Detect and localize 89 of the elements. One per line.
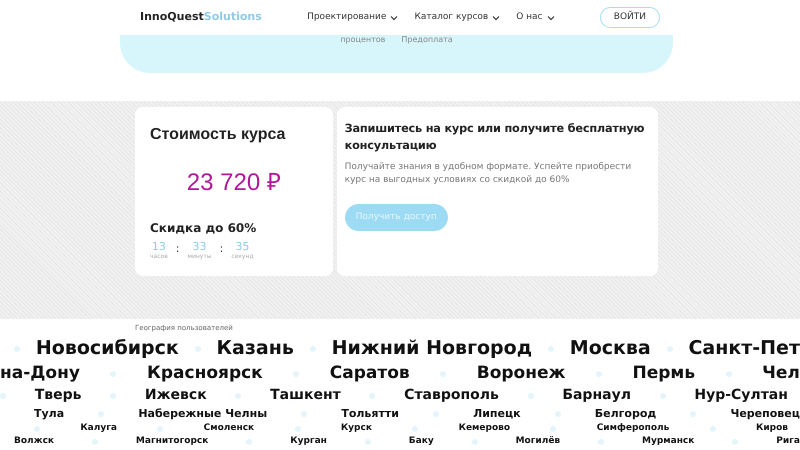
dot-icon [598, 439, 604, 445]
dot-icon [310, 346, 316, 352]
nav-menu-item[interactable]: Проектирование [307, 10, 398, 24]
city-name: Барнаул [562, 386, 631, 405]
city-name: Магнитогорск [136, 435, 208, 448]
dot-icon [110, 370, 116, 376]
city-name: Пермь [632, 362, 696, 385]
city-name: Красноярск [146, 362, 263, 385]
nav-menu-item[interactable]: Каталог курсов [414, 10, 500, 24]
dot-icon [726, 370, 732, 376]
city-name: Могилёв [516, 435, 560, 448]
price-title: Стоимость курса [150, 125, 286, 145]
dot-icon [548, 346, 554, 352]
chevron-down-icon [546, 14, 554, 20]
dot-icon [92, 439, 98, 445]
dot-icon [293, 370, 300, 376]
dot-icon [235, 392, 242, 398]
city-name: Липецк [473, 406, 521, 422]
city-name: Волжск [14, 435, 54, 448]
dot-icon [14, 346, 20, 352]
dot-icon [690, 411, 696, 417]
city-name: Калуга [80, 422, 117, 436]
dot-icon [294, 426, 300, 432]
city-name: Ташкент [270, 386, 341, 405]
city-name: Баку [408, 435, 434, 448]
city-name: Нур-Султан [694, 386, 788, 405]
city-name: Белгород [594, 406, 656, 422]
timer-value: 35 [234, 241, 250, 252]
city-name: Ижевск [144, 386, 207, 405]
login-button[interactable]: ВОЙТИ [600, 6, 660, 28]
city-name: Москва [570, 336, 651, 362]
city-name: Набережные Челны [138, 406, 268, 422]
city-name: Мурманск [642, 435, 694, 448]
city-name: Тула [34, 406, 64, 422]
city-name: Санкт-Пет [688, 336, 800, 362]
dot-icon [412, 426, 418, 432]
city-name: Новосибирск [36, 336, 179, 362]
dot-icon [0, 392, 6, 398]
nav-menu-item[interactable]: О нас [516, 10, 554, 24]
timer-separator: : [220, 241, 224, 257]
timer-separator: : [176, 241, 180, 257]
dot-icon [369, 392, 376, 398]
city-name: Чел [762, 362, 800, 385]
city-name: Симферополь [596, 422, 670, 436]
hero-text: процентов [340, 36, 386, 46]
dot-icon [433, 411, 439, 417]
dot-icon [194, 346, 201, 352]
city-name: Курск [340, 422, 372, 436]
chevron-down-icon [390, 14, 398, 20]
city-name: Курган [290, 435, 327, 448]
city-name: Рига [776, 435, 800, 448]
city-name: Смоленск [204, 422, 254, 436]
city-name: на-Дону [0, 362, 80, 385]
timer-value: 33 [192, 241, 208, 252]
dot-icon [550, 426, 556, 432]
signup-text: Получайте знания в удобном формате. Успейте приобрести курс на выгодных условиях со скидкой до 60% [344, 160, 632, 188]
timer-value: 13 [150, 241, 167, 252]
price: 23 720 ₽ [186, 168, 282, 198]
dot-icon [98, 411, 104, 417]
chevron-down-icon [492, 14, 500, 20]
dot-icon [157, 426, 164, 432]
dot-icon [528, 392, 534, 398]
city-name: Воронеж [476, 362, 566, 385]
city-name: Тверь [34, 386, 82, 405]
dot-icon [34, 426, 40, 432]
city-name: Череповец [730, 406, 800, 422]
dot-icon [301, 411, 308, 417]
city-name: Тольятти [341, 406, 399, 422]
logo[interactable]: InnoQuestSolutions [140, 9, 262, 26]
city-name: Саратов [330, 362, 410, 385]
hero-text: Предоплата [401, 36, 453, 46]
dot-icon [666, 346, 673, 352]
city-name: Нижний Новгород [332, 336, 532, 362]
dot-icon [472, 439, 478, 445]
dot-icon [710, 426, 716, 432]
city-name: Кемерово [458, 422, 510, 436]
dot-icon [440, 370, 446, 376]
dot-icon [660, 392, 666, 398]
dot-icon [732, 439, 738, 445]
city-name: Ставрополь [404, 386, 499, 405]
discount-text: Скидка до 60% [150, 220, 258, 237]
dot-icon [246, 439, 252, 445]
dot-icon [554, 411, 561, 417]
signup-title: Запишитесь на курс или получите бесплатную консультацию [344, 121, 646, 154]
dot-icon [364, 439, 371, 445]
city-name: Киров [756, 422, 788, 436]
city-name: Казань [216, 336, 294, 362]
dot-icon [596, 370, 602, 376]
dot-icon [110, 392, 116, 398]
